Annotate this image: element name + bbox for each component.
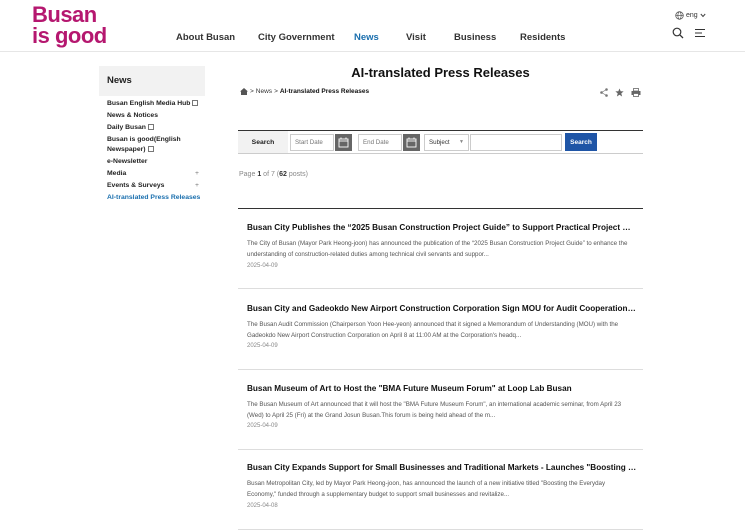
- expand-plus-icon[interactable]: +: [195, 181, 199, 191]
- chevron-down-icon: ▼: [459, 139, 464, 145]
- post-description: Busan Metropolitan City, led by Mayor Pa…: [247, 480, 606, 498]
- print-icon[interactable]: [631, 88, 641, 97]
- sidebar-menu: Busan English Media Hub News & Notices D…: [107, 99, 205, 205]
- nav-city-government[interactable]: City Government: [258, 32, 335, 43]
- post-date: 2025-04-08: [247, 503, 278, 509]
- list-item[interactable]: Busan City Publishes the “2025 Busan Con…: [238, 209, 643, 289]
- page-count-of: of 7 (: [263, 171, 280, 178]
- sidebar-item-e-newsletter[interactable]: e-Newsletter: [107, 157, 205, 167]
- breadcrumb-news[interactable]: News: [256, 88, 272, 95]
- globe-icon: [675, 11, 684, 20]
- nav-visit[interactable]: Visit: [406, 32, 426, 43]
- site-logo[interactable]: Busan is good: [32, 2, 107, 48]
- external-link-icon: [147, 146, 154, 153]
- home-icon[interactable]: [240, 88, 248, 95]
- sidebar-item-label: Daily Busan: [107, 124, 146, 131]
- star-icon[interactable]: [615, 88, 624, 97]
- sidebar-item-label: e-Newsletter: [107, 158, 148, 165]
- sidebar-item-ai-press-releases[interactable]: AI-translated Press Releases: [107, 193, 205, 203]
- post-count: 62: [279, 171, 287, 178]
- nav-news[interactable]: News: [354, 32, 379, 43]
- site-header: Busan is good About Busan City Governmen…: [0, 0, 745, 52]
- header-icons: [672, 27, 706, 39]
- post-description: The Busan Audit Commission (Chairperson …: [247, 321, 619, 339]
- sidebar-item-label: AI-translated Press Releases: [107, 194, 201, 201]
- calendar-icon[interactable]: [403, 134, 420, 151]
- logo-line1: Busan: [32, 2, 97, 27]
- calendar-icon[interactable]: [335, 134, 352, 151]
- keyword-input[interactable]: [470, 134, 562, 151]
- list-item[interactable]: Busan City Expands Support for Small Bus…: [238, 450, 643, 530]
- sidebar-item-label: News & Notices: [107, 112, 158, 119]
- nav-residents[interactable]: Residents: [520, 32, 565, 43]
- current-page: 1: [257, 171, 262, 178]
- expand-plus-icon[interactable]: +: [195, 169, 199, 179]
- sidebar-item-media[interactable]: Media +: [107, 169, 205, 179]
- post-title[interactable]: Busan City Publishes the “2025 Busan Con…: [247, 223, 637, 232]
- start-date-input[interactable]: [290, 134, 334, 151]
- post-date: 2025-04-09: [247, 423, 278, 429]
- logo-line2: is good: [32, 23, 107, 48]
- sidebar-item-media-hub[interactable]: Busan English Media Hub: [107, 99, 205, 109]
- search-button[interactable]: Search: [565, 133, 597, 151]
- breadcrumb-current: AI-translated Press Releases: [279, 88, 370, 95]
- search-label: Search: [238, 131, 288, 153]
- language-selector[interactable]: eng: [675, 11, 706, 20]
- page-count-prefix: Page: [239, 171, 256, 178]
- subject-select[interactable]: Subject ▼: [424, 134, 469, 151]
- breadcrumb-separator: >: [250, 88, 254, 95]
- external-link-icon: [147, 124, 154, 131]
- page-count: Page 1 of 7 (62 posts): [239, 171, 308, 178]
- sidebar-item-label: Busan English Media Hub: [107, 100, 191, 107]
- menu-icon[interactable]: [694, 27, 706, 39]
- subject-select-value: Subject: [429, 139, 450, 146]
- post-title[interactable]: Busan City and Gadeokdo New Airport Cons…: [247, 304, 637, 313]
- share-icon[interactable]: [600, 88, 608, 97]
- sidebar-item-label: Busan is good(English Newspaper): [107, 136, 181, 153]
- sidebar-item-daily-busan[interactable]: Daily Busan: [107, 123, 205, 133]
- sidebar-title: News: [99, 66, 205, 96]
- end-date-input[interactable]: [358, 134, 402, 151]
- sidebar-item-news-notices[interactable]: News & Notices: [107, 111, 205, 121]
- breadcrumb-separator: >: [274, 88, 278, 95]
- post-date: 2025-04-09: [247, 343, 278, 349]
- post-date: 2025-04-09: [247, 263, 278, 269]
- post-description: The Busan Museum of Art announced that i…: [247, 401, 622, 419]
- sidebar-item-label: Media: [107, 170, 127, 177]
- nav-business[interactable]: Business: [454, 32, 496, 43]
- search-form: Search Subject ▼ Search: [238, 130, 643, 154]
- post-title[interactable]: Busan Museum of Art to Host the "BMA Fut…: [247, 384, 637, 393]
- nav-about-busan[interactable]: About Busan: [176, 32, 235, 43]
- chevron-down-icon: [700, 13, 706, 18]
- search-icon[interactable]: [672, 27, 684, 39]
- external-link-icon: [192, 100, 199, 107]
- sidebar-item-events-surveys[interactable]: Events & Surveys +: [107, 181, 205, 191]
- post-description: The City of Busan (Mayor Park Heong-joon…: [247, 240, 628, 258]
- list-item[interactable]: Busan Museum of Art to Host the "BMA Fut…: [238, 370, 643, 450]
- sidebar-item-english-newspaper[interactable]: Busan is good(English Newspaper): [107, 135, 205, 155]
- language-label: eng: [686, 12, 698, 19]
- sidebar-item-label: Events & Surveys: [107, 182, 165, 189]
- breadcrumb: > News > AI-translated Press Releases: [240, 88, 369, 95]
- post-title[interactable]: Busan City Expands Support for Small Bus…: [247, 463, 637, 472]
- list-item[interactable]: Busan City and Gadeokdo New Airport Cons…: [238, 289, 643, 370]
- page-tools: [600, 88, 641, 97]
- page-count-suffix: posts): [288, 171, 308, 178]
- page-title: AI-translated Press Releases: [351, 65, 530, 80]
- post-list: Busan City Publishes the “2025 Busan Con…: [238, 208, 643, 530]
